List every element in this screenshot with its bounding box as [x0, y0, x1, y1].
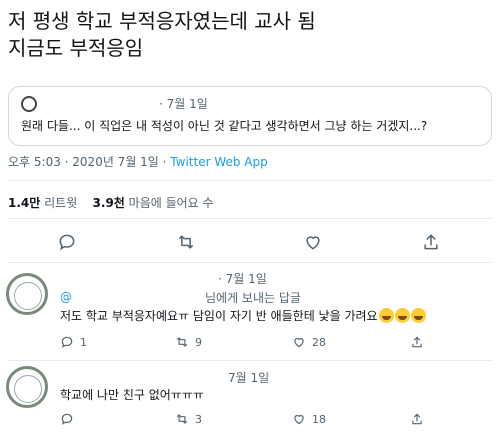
tweet-stats: 1.4만 리트윗 3.9천 마음에 들어요 수: [8, 194, 214, 211]
tweet-source-app[interactable]: Twitter Web App: [170, 155, 267, 169]
reply-avatar[interactable]: [6, 273, 48, 315]
rofl-emoji-icon: [394, 308, 410, 323]
share-button[interactable]: [417, 228, 445, 256]
quoted-tweet-card[interactable]: · 7월 1일 원래 다들... 이 직업은 내 적성이 아닌 것 같다고 생각…: [8, 86, 492, 146]
reply-retweet-button[interactable]: 3: [175, 411, 202, 427]
heart-icon: [306, 236, 320, 250]
reply-retweet-button[interactable]: 9: [175, 334, 202, 350]
reply-text: 저도 학교 부적응자예요ㅠ 담임이 자기 반 애들한테 낯을 가려요: [60, 307, 426, 324]
replying-to-label: 님에게 보내는 답글: [205, 291, 301, 305]
reply-date[interactable]: · 7월 1일: [218, 270, 267, 287]
retweet-icon: [176, 414, 188, 424]
reply-like-count: 28: [312, 335, 326, 349]
tweet-timestamp[interactable]: 오후 5:03 · 2020년 7월 1일 ·: [8, 155, 170, 169]
retweet-stat[interactable]: 1.4만 리트윗: [8, 196, 77, 210]
reply-date[interactable]: 7월 1일: [228, 369, 269, 386]
divider: [8, 218, 492, 219]
quoted-avatar[interactable]: [21, 96, 37, 112]
reply-icon: [61, 336, 73, 348]
rofl-emoji-icon: [410, 308, 426, 323]
reply-button[interactable]: [53, 228, 81, 256]
reply-like-count: 18: [312, 412, 326, 426]
share-icon: [424, 234, 438, 250]
tweet-text-line-1: 저 평생 학교 부적응자였는데 교사 됨: [8, 9, 316, 33]
reply-icon: [61, 413, 73, 425]
divider: [8, 262, 492, 263]
heart-icon: [294, 415, 304, 425]
like-count: 3.9천: [92, 196, 125, 210]
quoted-tweet-text: 원래 다들... 이 직업은 내 적성이 아닌 것 같다고 생각하면서 그냥 하…: [21, 119, 428, 133]
share-icon: [412, 413, 422, 425]
reply-avatar[interactable]: [6, 366, 48, 408]
like-button[interactable]: [299, 228, 327, 256]
like-label: 마음에 들어요 수: [128, 196, 214, 210]
reply-share-button[interactable]: [410, 334, 424, 350]
retweet-button[interactable]: [172, 228, 200, 256]
tweet-meta: 오후 5:03 · 2020년 7월 1일 · Twitter Web App: [8, 153, 268, 170]
heart-icon: [294, 338, 304, 348]
reply-like-button[interactable]: 18: [292, 411, 326, 427]
reply-handle[interactable]: @: [60, 290, 72, 304]
divider: [8, 180, 492, 181]
retweet-icon: [178, 235, 194, 249]
divider: [8, 360, 492, 361]
reply-text-body: 저도 학교 부적응자예요ㅠ 담임이 자기 반 애들한테 낯을 가려요: [60, 309, 378, 323]
like-stat[interactable]: 3.9천 마음에 들어요 수: [93, 196, 214, 210]
tweet-text: 저 평생 학교 부적응자였는데 교사 됨 지금도 부적응임: [8, 8, 492, 62]
tweet-action-bar: [0, 228, 500, 258]
retweet-count: 1.4만: [8, 196, 41, 210]
reply-like-button[interactable]: 28: [292, 334, 326, 350]
share-icon: [412, 336, 422, 348]
rofl-emoji-icon: [378, 308, 394, 323]
reply-retweet-count: 9: [195, 335, 202, 349]
quoted-tweet-date[interactable]: · 7월 1일: [159, 95, 208, 112]
reply-retweet-count: 3: [195, 412, 202, 426]
retweet-icon: [176, 337, 188, 347]
reply-reply-count: 1: [80, 335, 87, 349]
reply-text: 학교에 나만 친구 없어ㅠㅠㅠ: [60, 388, 204, 402]
reply-reply-button[interactable]: 1: [60, 334, 87, 350]
reply-reply-button[interactable]: [60, 411, 80, 427]
tweet-text-line-2: 지금도 부적응임: [8, 36, 144, 60]
reply-icon: [59, 234, 75, 251]
reply-share-button[interactable]: [410, 411, 424, 427]
retweet-label: 리트윗: [44, 196, 78, 210]
